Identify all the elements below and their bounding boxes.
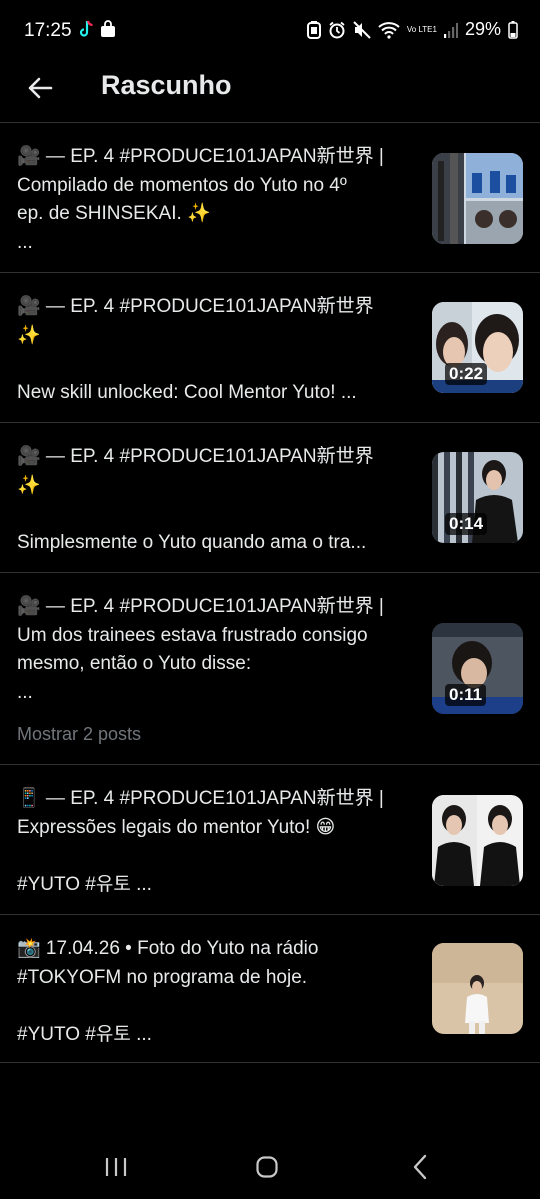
draft-thumbnail (432, 943, 523, 1034)
show-more-posts-link[interactable]: Mostrar 2 posts (17, 724, 141, 745)
video-duration: 0:14 (445, 513, 488, 535)
draft-text: 📱 — EP. 4 #PRODUCE101JAPAN新世界 | Expressõ… (17, 788, 384, 895)
arrow-left-icon (28, 77, 53, 99)
draft-item[interactable]: 📸 17.04.26 • Foto do Yuto na rádio #TOKY… (0, 915, 540, 1063)
draft-text: 🎥 — EP. 4 #PRODUCE101JAPAN新世界 | Compilad… (17, 146, 384, 253)
draft-item[interactable]: 🎥 — EP. 4 #PRODUCE101JAPAN新世界 | Um dos t… (0, 573, 540, 765)
signal-icon (443, 22, 458, 38)
draft-text: 📸 17.04.26 • Foto do Yuto na rádio #TOKY… (17, 938, 319, 1045)
draft-text: 🎥 — EP. 4 #PRODUCE101JAPAN新世界 ✨ New skil… (17, 296, 374, 403)
draft-thumbnail (432, 795, 523, 886)
video-thumbnail: 0:11 (432, 623, 523, 714)
drafts-list: 🎥 — EP. 4 #PRODUCE101JAPAN新世界 | Compilad… (0, 123, 540, 1063)
draft-item[interactable]: 🎥 — EP. 4 #PRODUCE101JAPAN新世界 | Compilad… (0, 123, 540, 273)
bluetooth-battery-icon (306, 20, 321, 39)
video-duration: 0:11 (445, 684, 487, 706)
status-bar: 17:25 Vo LTE1 29% (0, 0, 540, 62)
draft-text: 🎥 — EP. 4 #PRODUCE101JAPAN新世界 | Um dos t… (17, 596, 384, 703)
back-nav-icon (413, 1154, 427, 1180)
draft-item[interactable]: 🎥 — EP. 4 #PRODUCE101JAPAN新世界 ✨ Simplesm… (0, 423, 540, 573)
alarm-icon (328, 21, 346, 39)
page-title: Rascunho (101, 70, 232, 100)
app-bar: Rascunho (0, 62, 540, 123)
battery-percent: 29% (464, 19, 501, 39)
shopping-bag-icon (100, 20, 116, 38)
draft-text: 🎥 — EP. 4 #PRODUCE101JAPAN新世界 ✨ Simplesm… (17, 446, 374, 553)
draft-item[interactable]: 📱 — EP. 4 #PRODUCE101JAPAN新世界 | Expressõ… (0, 765, 540, 915)
battery-icon (508, 20, 518, 39)
video-duration: 0:22 (445, 363, 488, 385)
home-icon (256, 1156, 278, 1178)
draft-item[interactable]: 🎥 — EP. 4 #PRODUCE101JAPAN新世界 ✨ New skil… (0, 273, 540, 423)
mute-icon (353, 20, 371, 39)
back-button[interactable] (22, 68, 58, 108)
recent-apps-icon (105, 1158, 127, 1176)
recent-apps-button[interactable] (96, 1152, 136, 1182)
video-thumbnail: 0:22 (432, 302, 523, 393)
draft-thumbnail (432, 153, 523, 244)
home-button[interactable] (247, 1152, 287, 1182)
system-nav-bar (0, 1130, 540, 1199)
wifi-icon (378, 21, 400, 39)
status-time: 17:25 (24, 20, 72, 41)
volte-label: Vo LTE1 (406, 24, 437, 34)
video-thumbnail: 0:14 (432, 452, 523, 543)
tiktok-icon (78, 20, 94, 38)
system-back-button[interactable] (400, 1152, 440, 1182)
